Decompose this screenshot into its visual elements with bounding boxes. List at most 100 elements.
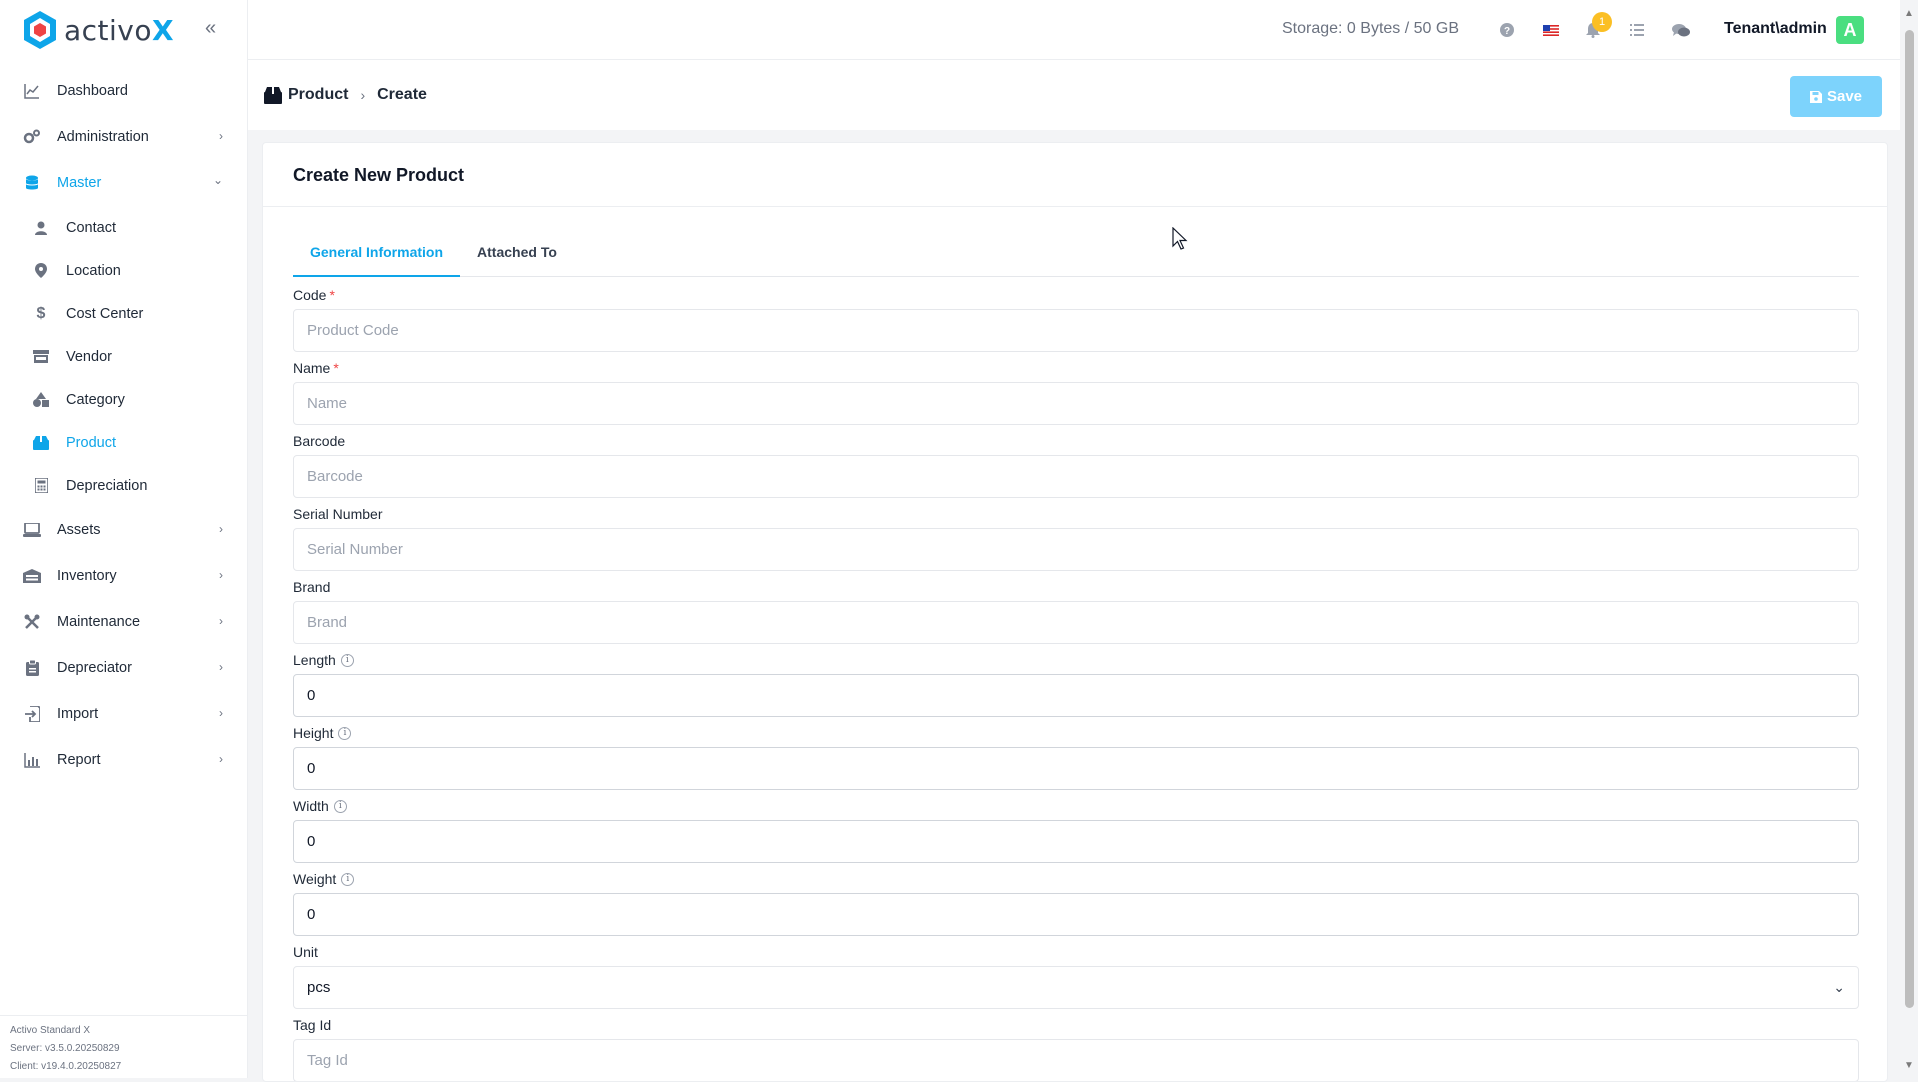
page-scrollbar[interactable]: ▲ ▼ [1900,0,1918,1078]
user-icon [32,219,50,237]
sidebar-item-label: Depreciator [57,660,132,676]
breadcrumb-parent[interactable]: Product [288,86,348,104]
sidebar-subitem-depreciation[interactable]: Depreciation [0,464,247,507]
chevron-right-icon: › [360,87,366,103]
sidebar-subitem-cost-center[interactable]: $ Cost Center [0,292,247,335]
sidebar-item-report[interactable]: Report › [0,737,247,783]
unit-field-group: Unit pcs ⌄ [293,942,1859,1015]
sidebar: activoX « Dashboard Administration › Mas… [0,0,248,1078]
storage-usage: Storage: 0 Bytes / 50 GB [1282,20,1459,37]
box-icon [32,434,50,452]
length-input[interactable] [293,674,1859,717]
info-icon[interactable]: i [341,872,355,886]
scrollbar-thumb[interactable] [1905,30,1914,1008]
sidebar-item-inventory[interactable]: Inventory › [0,553,247,599]
box-icon [264,87,282,104]
sidebar-subitem-label: Category [66,391,125,408]
sidebar-subitem-label: Product [66,434,116,451]
task-list-icon[interactable] [1626,19,1648,41]
brand-input[interactable] [293,601,1859,644]
sidebar-item-administration[interactable]: Administration › [0,114,247,160]
logo[interactable]: activoX « [0,0,247,60]
length-field-group: Length i [293,650,1859,723]
sidebar-item-dashboard[interactable]: Dashboard [0,68,247,114]
sidebar-subitem-contact[interactable]: Contact [0,206,247,249]
chevron-down-icon: ⌄ [212,173,223,187]
unit-select[interactable]: pcs ⌄ [293,966,1859,1009]
help-icon[interactable]: ? [1496,19,1518,41]
weight-label: Weight i [293,869,1859,889]
notification-count-badge: 1 [1592,12,1612,32]
code-input[interactable] [293,309,1859,352]
version-info: Activo Standard X Server: v3.5.0.2025082… [0,1015,248,1078]
chevron-right-icon: › [219,660,223,674]
height-input[interactable] [293,747,1859,790]
tab-general-information[interactable]: General Information [293,239,461,277]
required-marker: * [329,287,335,303]
width-label: Width i [293,796,1859,816]
code-field-group: Code * [293,285,1859,358]
barcode-input[interactable] [293,455,1859,498]
unit-label: Unit [293,944,318,960]
chart-line-icon [22,81,42,101]
width-input[interactable] [293,820,1859,863]
unit-selected-value: pcs [307,979,331,996]
create-product-card: Create New Product General Information A… [262,142,1888,1082]
sidebar-subitem-category[interactable]: Category [0,378,247,421]
sidebar-subitem-product[interactable]: Product [0,421,247,464]
info-icon[interactable]: i [338,726,352,740]
sidebar-subitem-label: Contact [66,219,116,236]
topbar: Storage: 0 Bytes / 50 GB ? 1 Tenant\admi… [248,0,1900,60]
sidebar-item-assets[interactable]: Assets › [0,507,247,553]
name-input[interactable] [293,382,1859,425]
sidebar-item-master[interactable]: Master ⌄ [0,160,247,206]
info-icon[interactable]: i [340,653,354,667]
tools-icon [22,612,42,632]
user-name[interactable]: Tenant\admin [1724,20,1827,38]
map-pin-icon [32,262,50,280]
tag-id-input[interactable] [293,1039,1859,1081]
chat-icon[interactable] [1670,19,1692,41]
store-icon [32,348,50,366]
mouse-cursor-icon [1172,227,1188,250]
product-edition: Activo Standard X [10,1025,91,1036]
brand-label: Brand [293,579,331,595]
sidebar-item-label: Maintenance [57,614,141,630]
floppy-disk-icon [1809,90,1822,103]
svg-text:?: ? [1504,26,1510,37]
sidebar-subitem-vendor[interactable]: Vendor [0,335,247,378]
product-form: Code* Name* Barcode Serial Number Brand … [293,285,1859,1081]
calculator-icon [32,477,50,495]
serial-number-field-group: Serial Number [293,504,1859,577]
code-label: Code * [293,287,335,303]
sidebar-item-maintenance[interactable]: Maintenance › [0,599,247,645]
scroll-down-arrow-icon[interactable]: ▼ [1904,1060,1914,1071]
sidebar-item-label: Inventory [57,568,117,584]
collapse-sidebar-icon[interactable]: « [205,18,225,39]
info-icon[interactable]: i [333,799,347,813]
sidebar-item-depreciator[interactable]: Depreciator › [0,645,247,691]
sidebar-item-import[interactable]: Import › [0,691,247,737]
serial-number-label: Serial Number [293,506,383,522]
language-flag-icon[interactable] [1540,19,1562,41]
sidebar-subitem-label: Depreciation [66,477,148,494]
barcode-field-group: Barcode [293,431,1859,504]
scroll-up-arrow-icon[interactable]: ▲ [1904,8,1914,19]
warehouse-icon [22,566,42,586]
serial-number-input[interactable] [293,528,1859,571]
sidebar-item-label: Import [57,706,99,722]
sidebar-subitem-location[interactable]: Location [0,249,247,292]
breadcrumb: Product › Create [264,86,427,104]
notification-bell-icon[interactable]: 1 [1582,12,1612,41]
logo-text: activoX [64,13,175,47]
length-label: Length i [293,650,1859,670]
sidebar-item-label: Administration [57,129,149,145]
save-button-label: Save [1826,88,1863,105]
save-button[interactable]: Save [1790,76,1882,117]
required-marker: * [333,360,339,376]
name-label: Name * [293,360,339,376]
sidebar-item-label: Assets [57,522,101,538]
weight-input[interactable] [293,893,1859,936]
tab-attached-to[interactable]: Attached To [460,239,574,277]
avatar[interactable]: A [1836,16,1864,44]
